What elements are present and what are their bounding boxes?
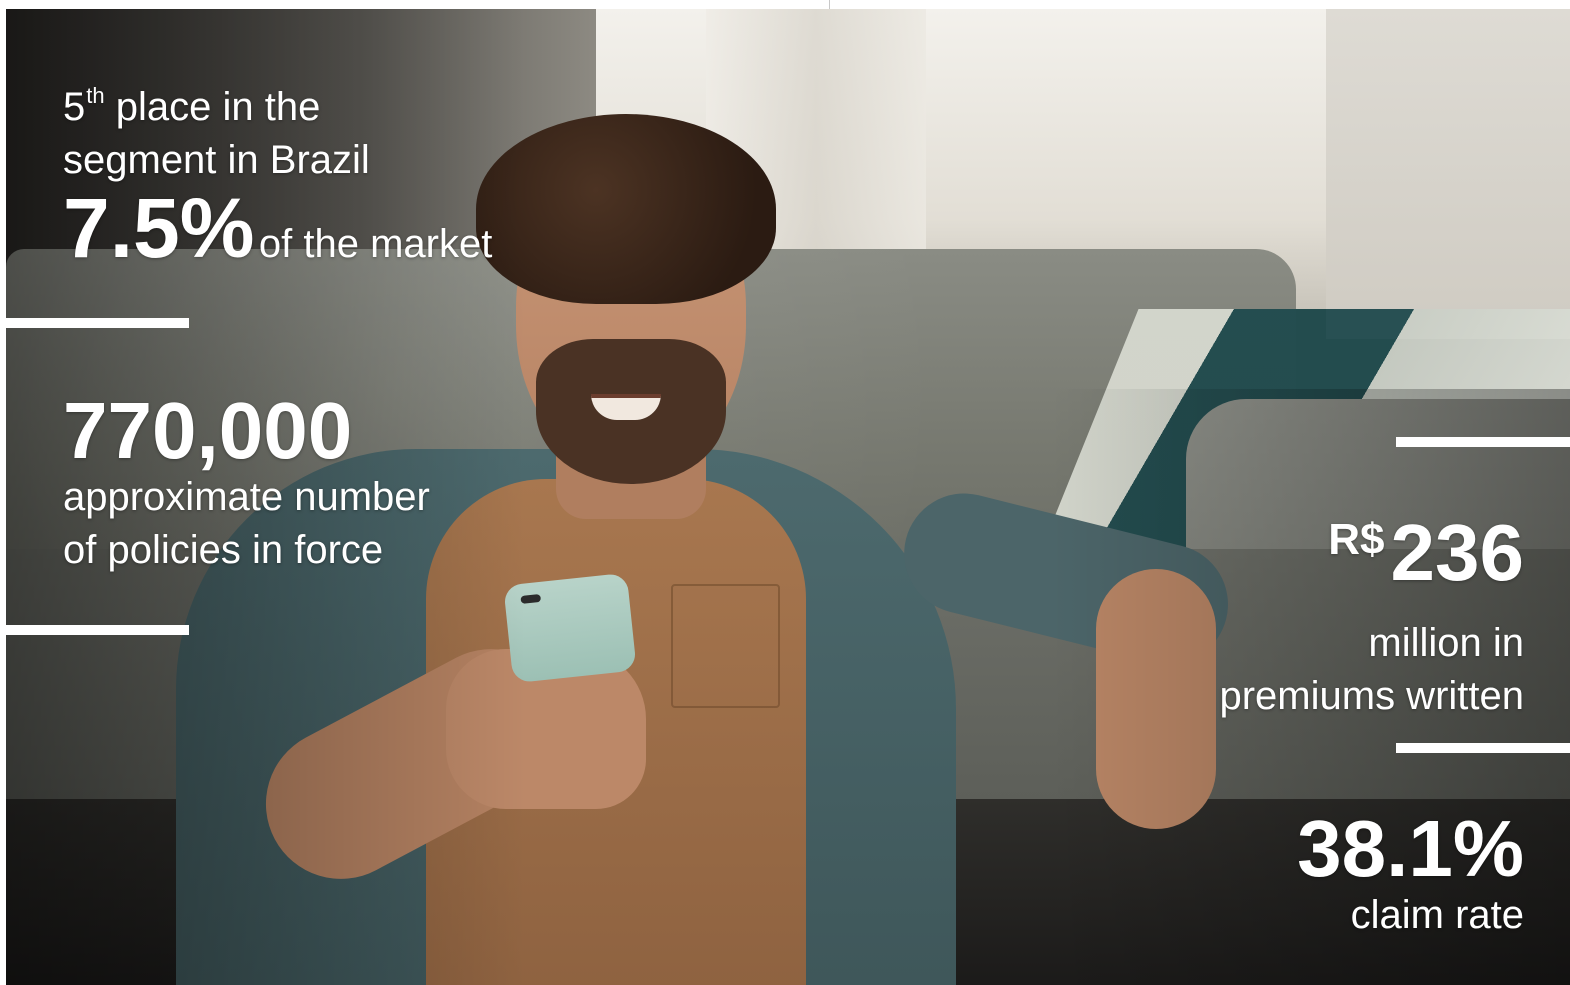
divider-bar-2 bbox=[6, 625, 189, 635]
stat-market-share-label: of the market bbox=[258, 222, 493, 266]
stat-ranking-number: 5 bbox=[63, 85, 86, 129]
stat-premiums: R$236 million in premiums written bbox=[1056, 499, 1524, 723]
stat-premiums-value: 236 bbox=[1390, 508, 1524, 597]
stat-claims-value: 38.1% bbox=[1297, 804, 1524, 893]
divider-bar-4 bbox=[1396, 743, 1570, 753]
stat-ranking-line1: 5th place in the bbox=[63, 69, 623, 134]
stat-policies: 770,000 approximate number of policies i… bbox=[63, 391, 623, 577]
stat-premiums-currency: R$ bbox=[1328, 515, 1385, 564]
stat-claims-label: claim rate bbox=[1350, 893, 1524, 937]
frame-top-marker bbox=[829, 0, 830, 9]
stat-policies-value: 770,000 bbox=[63, 386, 353, 475]
stat-ranking-superscript: th bbox=[86, 83, 105, 108]
photo-tshirt-pocket bbox=[671, 584, 780, 708]
stat-market-share-value: 7.5% bbox=[63, 181, 255, 275]
stat-ranking-line2: segment in Brazil bbox=[63, 138, 370, 182]
stat-policies-line1: approximate number bbox=[63, 475, 430, 519]
stat-premiums-amount: R$236 bbox=[1056, 499, 1524, 617]
stat-premiums-line2: premiums written bbox=[1219, 674, 1524, 718]
stat-ranking: 5th place in the segment in Brazil bbox=[63, 69, 623, 187]
hero-photo-panel: 5th place in the segment in Brazil 7.5% … bbox=[6, 9, 1570, 985]
stat-market-share: 7.5% of the market bbox=[63, 186, 663, 286]
stat-policies-line2: of policies in force bbox=[63, 528, 384, 572]
divider-bar-3 bbox=[1396, 437, 1570, 447]
stat-ranking-text: place in the bbox=[104, 85, 321, 129]
stat-claims: 38.1% claim rate bbox=[1056, 809, 1524, 942]
divider-bar-1 bbox=[6, 318, 189, 328]
stat-premiums-line1: million in bbox=[1368, 621, 1524, 665]
